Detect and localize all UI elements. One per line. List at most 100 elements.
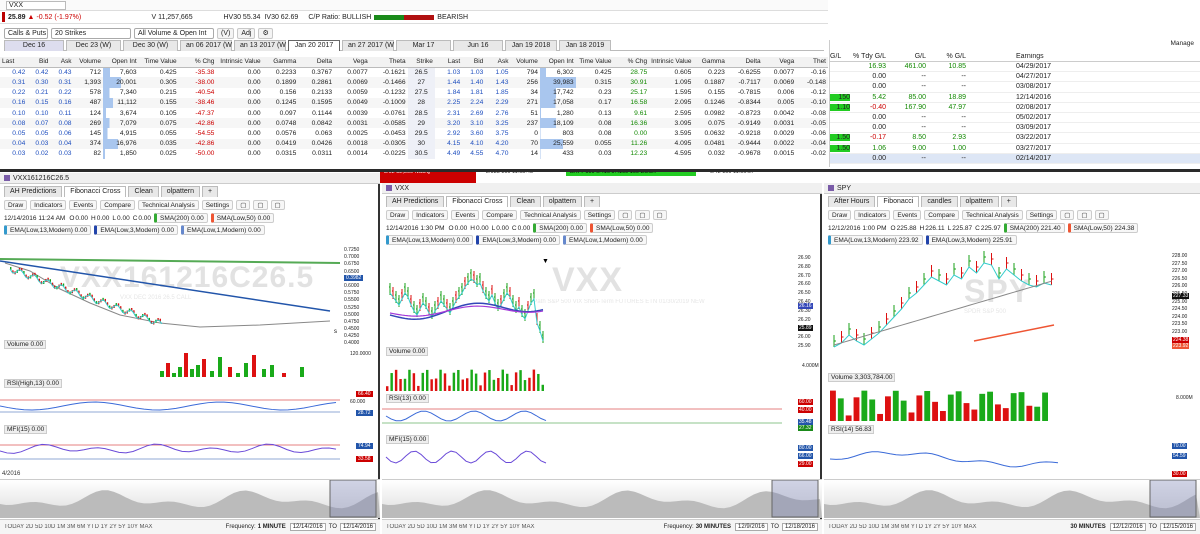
position-row[interactable]: 16.93 461.00 10.85 04/29/2017 xyxy=(830,62,1200,73)
period-buttons[interactable]: TODAY 2D 5D 10D 1M 3M 6M YTD 1Y 2Y 5Y 10… xyxy=(828,524,997,530)
chart-menu-item[interactable]: Compare xyxy=(100,200,135,210)
chart-tab[interactable]: Clean xyxy=(510,196,541,207)
chart-menu-item[interactable]: Settings xyxy=(583,210,616,220)
indicator-chip[interactable]: EMA(Low,3,Modern) 0.00 xyxy=(94,225,179,235)
chain-col-header[interactable]: Delta xyxy=(726,57,763,68)
position-row[interactable]: 0.00 -- -- 03/08/2017 xyxy=(830,82,1200,93)
chart-menu-item[interactable]: Events xyxy=(893,210,922,220)
chart-menu-item[interactable]: Technical Analysis xyxy=(137,200,199,210)
print-icon[interactable]: ▢ xyxy=(253,200,268,210)
chart-menu-item[interactable]: Settings xyxy=(201,200,234,210)
to-date-input[interactable]: 12/15/2016 xyxy=(1159,523,1196,531)
indicator-chip[interactable]: SMA(Low,50) 0.00 xyxy=(589,223,654,233)
from-date-input[interactable]: 12/9/2016 xyxy=(735,523,768,531)
indicator-chip[interactable]: SMA(200) 0.00 xyxy=(533,223,587,233)
navigator[interactable] xyxy=(0,479,380,518)
strikes-select[interactable]: 20 Strikes xyxy=(51,27,131,39)
chain-col-header[interactable]: Open Int xyxy=(539,57,576,68)
indicator-chip[interactable]: EMA(Low,13,Modern) 223.92 xyxy=(828,235,923,245)
chain-col-header[interactable]: Volume xyxy=(510,57,540,68)
chart-menu-item[interactable]: Indicators xyxy=(854,210,891,220)
chain-col-header[interactable]: Bid xyxy=(462,57,486,68)
from-date-input[interactable]: 12/12/2016 xyxy=(1109,523,1146,531)
to-date-input[interactable]: 12/18/2016 xyxy=(781,523,818,531)
exp-tab[interactable]: Dec 23 (W) xyxy=(66,39,121,51)
chain-col-header[interactable]: Gamma xyxy=(262,57,299,68)
frequency-select[interactable]: 30 MINUTES xyxy=(1070,524,1105,530)
chain-col-header[interactable]: Intrinsic Value xyxy=(649,57,694,68)
chain-col-header[interactable]: Theta xyxy=(369,57,408,68)
chart-tab[interactable]: + xyxy=(584,196,601,207)
chart-tab[interactable]: olpattern xyxy=(959,196,999,207)
position-row[interactable]: 150 5.42 85.00 18.89 12/14/2016 xyxy=(830,93,1200,103)
mfi-plot[interactable] xyxy=(382,445,782,475)
indicator-chip[interactable]: EMA(Low,13,Modern) 0.00 xyxy=(4,225,92,235)
chain-col-header[interactable]: Ask xyxy=(50,57,74,68)
indicator-chip[interactable]: EMA(Low,1,Modern) 0.00 xyxy=(563,235,647,245)
chart-tab[interactable]: AH Predictions xyxy=(386,196,445,207)
chart-menu-item[interactable]: Technical Analysis xyxy=(961,210,1023,220)
chart-menu-item[interactable]: Draw xyxy=(4,200,28,210)
save-icon[interactable]: ▢ xyxy=(1060,210,1075,220)
volume-plot[interactable] xyxy=(382,361,782,391)
position-row[interactable]: 0.00 -- -- 03/09/2017 xyxy=(830,123,1200,134)
chain-col-header[interactable]: Bid xyxy=(27,57,51,68)
chart-tab[interactable]: + xyxy=(202,186,219,197)
chain-col-header[interactable]: Vega xyxy=(334,57,370,68)
chart-menu-item[interactable]: Indicators xyxy=(412,210,449,220)
save-icon[interactable]: ▢ xyxy=(236,200,251,210)
chain-row[interactable]: 0.05 0.05 0.06 145 4,915 0.055 -54.55 0.00 0.057… xyxy=(0,128,828,139)
volume-plot[interactable] xyxy=(0,349,340,377)
manage-button[interactable]: Manage xyxy=(1171,40,1195,47)
chain-col-header[interactable]: Ask xyxy=(485,57,511,68)
chart-tab[interactable]: After Hours xyxy=(828,196,876,207)
exp-tab-active[interactable]: Jan 20 2017 xyxy=(288,39,340,51)
indicator-chip[interactable]: SMA(200) 0.00 xyxy=(154,213,208,223)
chart-menu-item[interactable]: Technical Analysis xyxy=(519,210,581,220)
price-plot[interactable]: ▼ xyxy=(382,249,782,349)
frequency-select[interactable]: 1 MINUTE xyxy=(258,524,286,530)
indicator-chip[interactable]: EMA(Low,1,Modern) 0.00 xyxy=(181,225,265,235)
exp-tab[interactable]: Jan 19 2018 xyxy=(505,39,557,51)
price-plot[interactable] xyxy=(824,249,1164,349)
chart-menu-item[interactable]: Events xyxy=(69,200,98,210)
symbol-input[interactable]: VXX xyxy=(6,0,66,10)
position-row[interactable]: 0.00 -- -- 02/14/2017 xyxy=(830,153,1200,164)
chain-col-header[interactable]: Strike xyxy=(407,57,435,68)
position-row[interactable]: 0.00 -- -- 04/27/2017 xyxy=(830,72,1200,83)
rsi-plot[interactable] xyxy=(0,388,340,418)
chart-menu-item[interactable]: Settings xyxy=(1025,210,1058,220)
share-icon[interactable]: ▢ xyxy=(270,200,285,210)
chart-tab[interactable]: Fibonacci Cross xyxy=(64,186,127,197)
chart-tab[interactable]: Clean xyxy=(128,186,159,197)
indicator-chip[interactable]: EMA(Low,3,Modern) 225.91 xyxy=(925,235,1017,245)
chain-col-header[interactable]: Vega xyxy=(762,57,797,68)
indicator-chip[interactable]: EMA(Low,13,Modern) 0.00 xyxy=(386,235,474,245)
chart-symbol[interactable]: VXX xyxy=(395,185,409,192)
navigator[interactable] xyxy=(382,479,822,518)
chain-col-header[interactable]: Time Value xyxy=(575,57,614,68)
exp-tab[interactable]: Jan 18 2019 xyxy=(559,39,611,51)
chain-col-header[interactable]: Last xyxy=(434,57,463,68)
settings-icon[interactable]: ⚙ xyxy=(258,27,273,39)
rsi-plot[interactable] xyxy=(382,401,782,431)
position-row[interactable]: 1.50 1.06 9.00 1.00 03/27/2017 xyxy=(830,144,1200,154)
period-buttons[interactable]: TODAY 2D 5D 10D 1M 3M 6M YTD 1Y 2Y 5Y 10… xyxy=(4,524,175,530)
chart-tab[interactable]: candles xyxy=(921,196,958,207)
chain-row[interactable]: 0.08 0.07 0.08 269 7,079 0.075 -42.86 0.00 0.074… xyxy=(0,118,828,129)
indicator-chip[interactable]: SMA(Low,50) 224.38 xyxy=(1067,223,1139,233)
chain-col-header[interactable]: Open Int xyxy=(102,57,139,68)
rsi-plot[interactable] xyxy=(824,435,1164,475)
chart-menu-item[interactable]: Compare xyxy=(482,210,517,220)
chain-col-header[interactable]: Last xyxy=(0,57,28,68)
chain-row[interactable]: 0.04 0.03 0.04 374 16,976 0.035 -42.86 0.00 0.04… xyxy=(0,138,828,149)
exp-tab[interactable]: Dec 30 (W) xyxy=(123,39,178,51)
print-icon[interactable]: ▢ xyxy=(1077,210,1092,220)
chain-row[interactable]: 0.22 0.21 0.22 578 7,340 0.215 -40.54 0.00 0.156… xyxy=(0,87,828,98)
chain-row[interactable]: 0.03 0.02 0.03 82 1,850 0.025 -50.00 0.00 0.0315… xyxy=(0,148,828,159)
chart-tab[interactable]: olpattern xyxy=(542,196,583,207)
v-button[interactable]: (V) xyxy=(217,27,235,39)
volume-plot[interactable] xyxy=(824,383,1164,421)
exp-tab[interactable]: Dec 16 xyxy=(4,39,64,51)
print-icon[interactable]: ▢ xyxy=(635,210,650,220)
